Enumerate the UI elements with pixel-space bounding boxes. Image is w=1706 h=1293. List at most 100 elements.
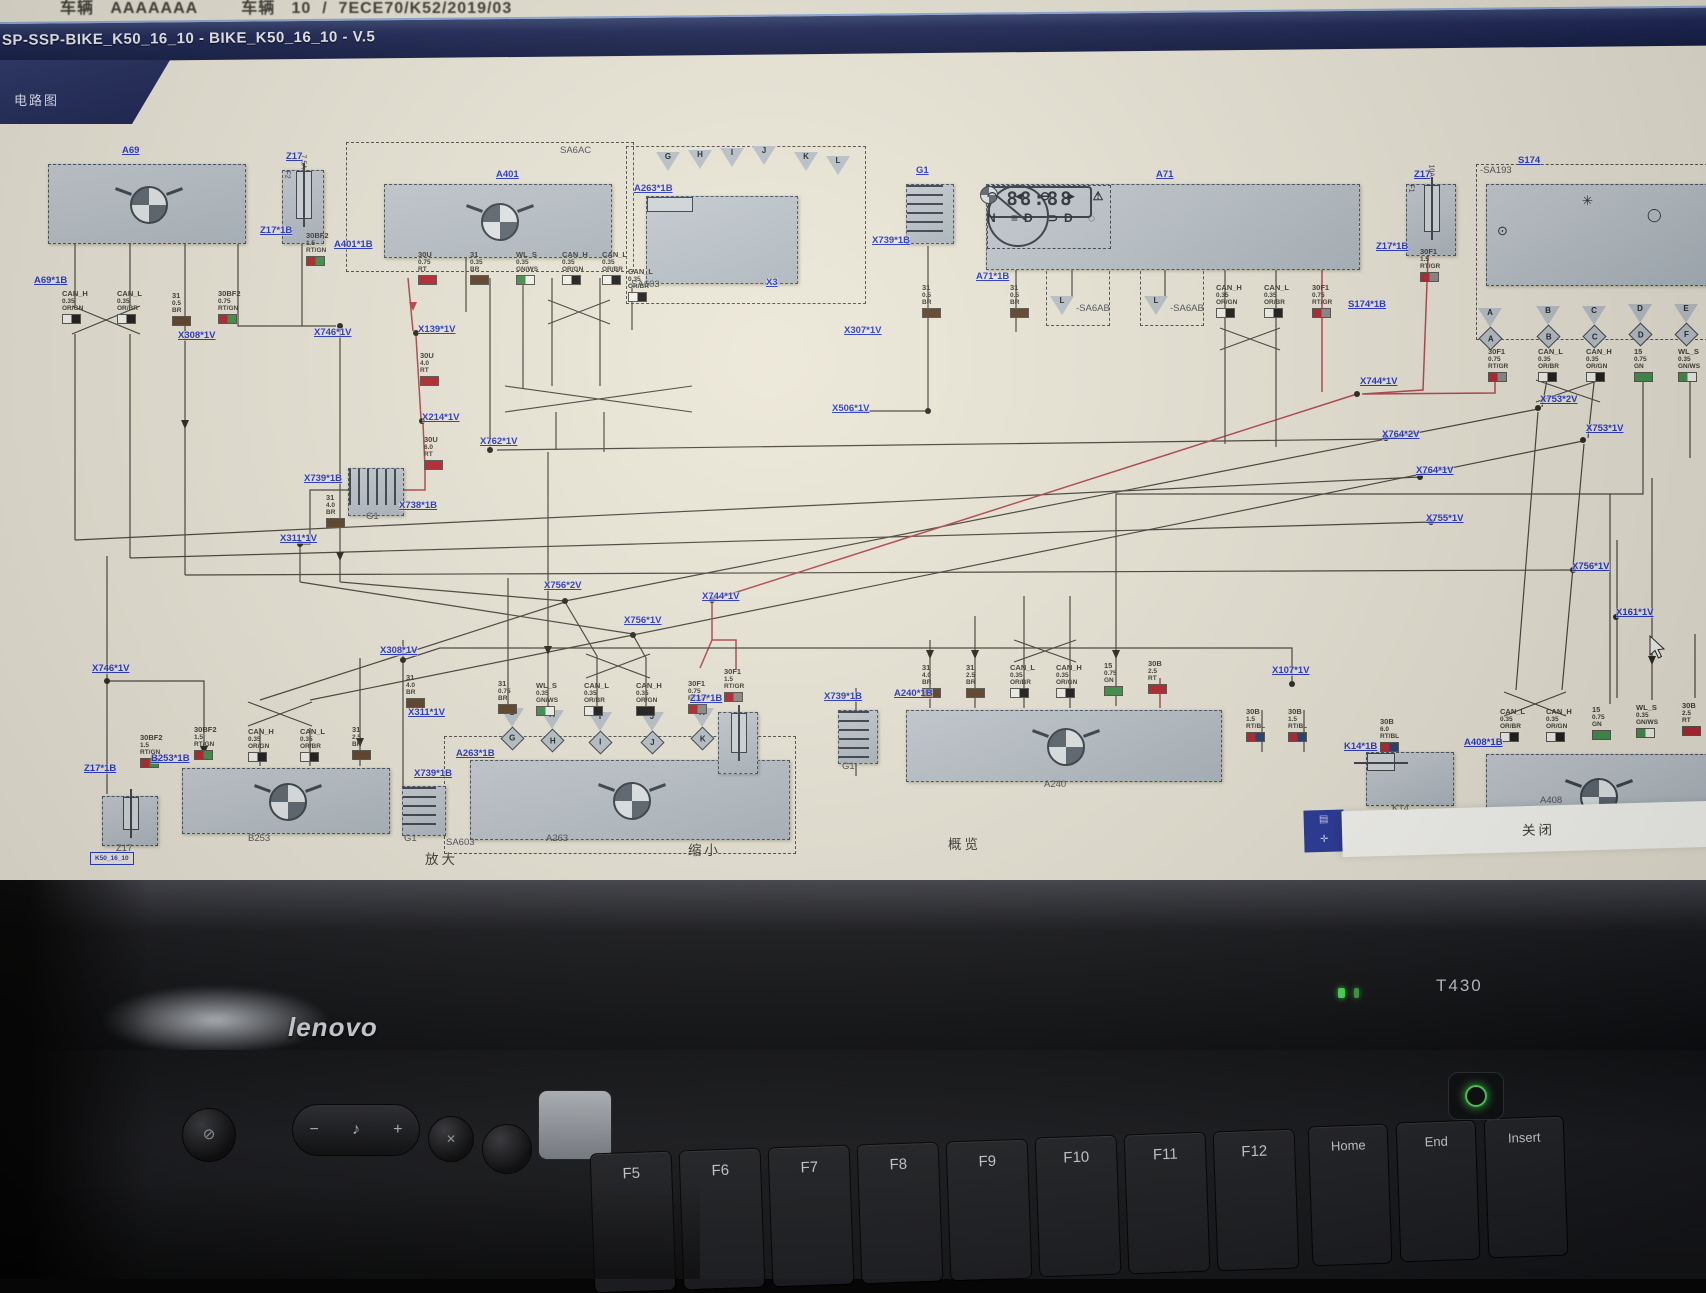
- connector-link[interactable]: Z17*1B: [260, 226, 292, 236]
- connector-link[interactable]: A408*1B: [1464, 738, 1503, 748]
- component-box-ecu: [906, 710, 1222, 782]
- connector-link[interactable]: A401*1B: [334, 240, 373, 250]
- connector-link[interactable]: B253*1B: [151, 754, 190, 764]
- overview-button[interactable]: 概览: [948, 833, 981, 853]
- connector-link[interactable]: X746*1V: [314, 328, 352, 338]
- connector-link[interactable]: X311*1V: [280, 534, 317, 544]
- connector-link[interactable]: X214*1V: [422, 413, 460, 423]
- connector-link[interactable]: K14*1B: [1344, 742, 1377, 752]
- key-F9[interactable]: F9: [946, 1139, 1033, 1282]
- laptop-screen: 车辆 AAAAAAA 车辆 10 / 7ECE70/K52/2019/03 F2…: [0, 0, 1706, 880]
- connector-link[interactable]: X764*1V: [1416, 466, 1454, 476]
- connector-link[interactable]: A263*1B: [456, 749, 495, 759]
- battery-icon: [839, 711, 869, 758]
- wire-color-chip: [1420, 272, 1439, 282]
- component-label: G1: [366, 512, 379, 522]
- power-button[interactable]: [1448, 1072, 1504, 1120]
- connector-link[interactable]: A71: [1156, 170, 1173, 180]
- connector-link[interactable]: X756*2V: [544, 581, 582, 591]
- volume-up-icon[interactable]: +: [393, 1121, 402, 1139]
- connector-link[interactable]: X308*1V: [178, 331, 216, 341]
- zoom-in-button[interactable]: 放大: [425, 848, 458, 868]
- mute-button[interactable]: ⊘: [182, 1108, 236, 1162]
- connector-link[interactable]: X161*1V: [1616, 608, 1654, 618]
- volume-down-icon[interactable]: −: [310, 1121, 319, 1139]
- connector-link[interactable]: Z17*1B: [84, 764, 116, 774]
- wire-arrow: [1648, 656, 1656, 665]
- connector-link[interactable]: X739*1B: [304, 474, 342, 484]
- wire-label: 30BF21.5RT/GN: [194, 726, 240, 760]
- wire-signal: 31: [1010, 283, 1018, 292]
- connector-link[interactable]: X311*1V: [408, 708, 445, 718]
- connector-link[interactable]: X756*1V: [624, 616, 662, 626]
- connector-link[interactable]: Z17: [286, 152, 302, 162]
- connector-link[interactable]: X506*1V: [832, 404, 870, 414]
- key-F5[interactable]: F5: [590, 1151, 677, 1293]
- wire-signal: CAN_H: [562, 250, 588, 259]
- connector-link[interactable]: A401: [496, 170, 519, 180]
- connector-link[interactable]: X753*1V: [1586, 424, 1624, 434]
- component-box-fuse2: [718, 712, 758, 774]
- connector-link[interactable]: X746*1V: [92, 664, 130, 674]
- connector-link[interactable]: X755*1V: [1426, 514, 1464, 524]
- twisted-pair-crossing: [248, 702, 312, 726]
- wire-color-chip: [602, 275, 621, 285]
- key-Home[interactable]: Home: [1308, 1124, 1393, 1267]
- wire-color-chip: [306, 256, 325, 266]
- wire-color-chip: [1380, 742, 1399, 752]
- connector-link[interactable]: X3: [766, 278, 778, 288]
- connector-link[interactable]: G1: [916, 166, 929, 176]
- think-button[interactable]: [482, 1124, 532, 1174]
- wire-arrow: [926, 650, 934, 659]
- wire-signal: 31: [922, 283, 930, 292]
- close-button[interactable]: 关闭: [1522, 818, 1556, 839]
- key-F10[interactable]: F10: [1035, 1135, 1122, 1278]
- connector-link[interactable]: X738*1B: [399, 501, 437, 511]
- connector-link[interactable]: Z17*1B: [690, 694, 722, 704]
- wire-label: CAN_H0.35OR/GN: [1056, 664, 1102, 698]
- connector-link[interactable]: X762*1V: [480, 437, 518, 447]
- volume-rocker[interactable]: − ♪ +: [292, 1104, 420, 1156]
- key-Insert[interactable]: Insert: [1484, 1116, 1569, 1259]
- connector-link[interactable]: X753*2V: [1540, 395, 1578, 405]
- connector-link[interactable]: X308*1V: [380, 646, 418, 656]
- connector-link[interactable]: X739*1B: [872, 236, 910, 246]
- twisted-pair-crossing: [1220, 328, 1280, 350]
- connector-link[interactable]: X107*1V: [1272, 666, 1310, 676]
- frame-ref-box[interactable]: K50_16_10: [90, 852, 134, 865]
- power-led: [1354, 988, 1359, 998]
- connector-link[interactable]: A263*1B: [634, 184, 673, 194]
- print-icon[interactable]: ✛: [1320, 834, 1329, 845]
- key-F6[interactable]: F6: [679, 1148, 766, 1291]
- key-F8[interactable]: F8: [857, 1142, 944, 1285]
- connector-link[interactable]: A240*1B: [894, 689, 933, 699]
- connector-link[interactable]: A69: [122, 146, 139, 156]
- connector-link[interactable]: S174: [1518, 156, 1540, 166]
- connector-link[interactable]: X139*1V: [418, 325, 456, 335]
- mini-toolbar[interactable]: ▤ ✛: [1303, 809, 1344, 852]
- junction-dot: [104, 678, 110, 684]
- connector-link[interactable]: X307*1V: [844, 326, 882, 336]
- connector-link[interactable]: X739*1B: [414, 769, 452, 779]
- zoom-out-button[interactable]: 缩小: [688, 839, 721, 859]
- key-End[interactable]: End: [1396, 1120, 1481, 1263]
- connector-link[interactable]: S174*1B: [1348, 300, 1386, 310]
- connector-link[interactable]: X744*1V: [702, 592, 740, 602]
- connector-link[interactable]: A69*1B: [34, 276, 67, 286]
- connector-link[interactable]: Z17: [1414, 170, 1430, 180]
- wire-label: 310.5BR: [172, 292, 218, 326]
- key-F7[interactable]: F7: [768, 1145, 855, 1288]
- key-F11[interactable]: F11: [1124, 1132, 1211, 1275]
- connector-link[interactable]: A71*1B: [976, 272, 1009, 282]
- diagram-canvas[interactable]: F27.5A88:88◠ ◄ ⊖ ► ⚠N ≡D ⊃D ◌F110A⊙✳◯GHI…: [0, 0, 1706, 880]
- connector-link[interactable]: X739*1B: [824, 692, 862, 702]
- key-F12[interactable]: F12: [1213, 1129, 1300, 1272]
- connector-link[interactable]: X756*1V: [1572, 562, 1610, 572]
- camera-key[interactable]: [538, 1090, 612, 1160]
- wire-color-chip: [584, 706, 603, 716]
- connector-link[interactable]: X764*2V: [1382, 430, 1420, 440]
- connector-link[interactable]: Z17*1B: [1376, 242, 1408, 252]
- mic-mute-button[interactable]: ✕: [428, 1116, 474, 1162]
- connector-link[interactable]: X744*1V: [1360, 377, 1398, 387]
- grid-icon[interactable]: ▤: [1319, 814, 1329, 825]
